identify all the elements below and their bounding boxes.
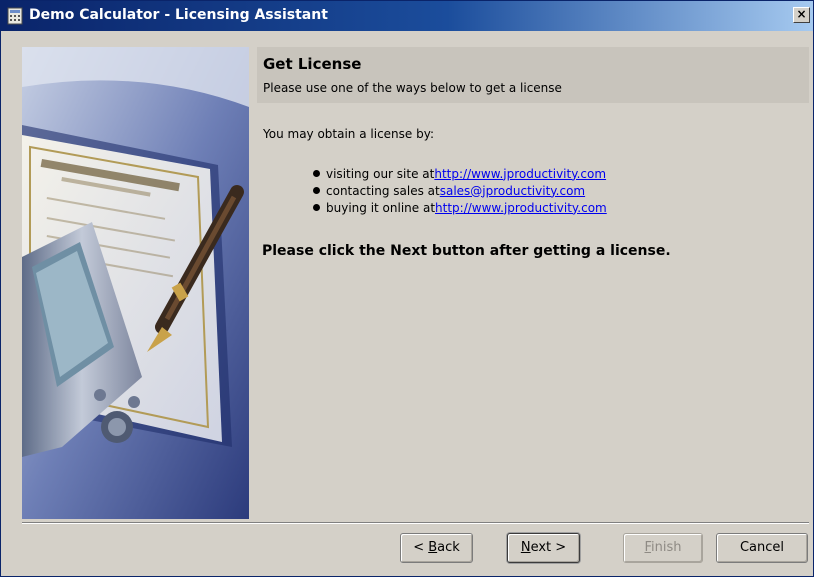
next-label-rest: ext > xyxy=(530,540,567,555)
option-text: visiting our site at xyxy=(326,166,435,181)
window-title: Demo Calculator - Licensing Assistant xyxy=(29,7,328,23)
back-label-rest: ack xyxy=(437,540,460,555)
buy-online-link[interactable]: http://www.jproductivity.com xyxy=(435,201,607,215)
next-button[interactable]: Next > xyxy=(507,533,580,563)
divider xyxy=(22,522,809,524)
list-item: buying it online at http://www.jproducti… xyxy=(313,199,607,216)
close-button[interactable]: × xyxy=(793,7,810,23)
finish-button[interactable]: Finish xyxy=(623,533,703,563)
sales-email-link[interactable]: sales@jproductivity.com xyxy=(440,184,585,198)
step-header: Get License Please use one of the ways b… xyxy=(257,47,809,103)
license-options-list: visiting our site at http://www.jproduct… xyxy=(313,165,607,216)
back-label-mnemonic: B xyxy=(428,540,438,555)
next-instruction: Please click the Next button after getti… xyxy=(262,243,671,259)
list-item: contacting sales at sales@jproductivity.… xyxy=(313,182,607,199)
list-item: visiting our site at http://www.jproduct… xyxy=(313,165,607,182)
title-bar[interactable]: Demo Calculator - Licensing Assistant × xyxy=(1,1,813,31)
option-text: buying it online at xyxy=(326,200,436,215)
bullet-icon xyxy=(313,204,320,211)
intro-text: You may obtain a license by: xyxy=(263,127,434,141)
step-title: Get License xyxy=(263,55,362,73)
back-button[interactable]: < Back xyxy=(400,533,473,563)
licensing-assistant-window: Demo Calculator - Licensing Assistant × xyxy=(0,0,814,577)
next-label-mnemonic: N xyxy=(520,540,531,555)
bullet-icon xyxy=(313,187,320,194)
bullet-icon xyxy=(313,170,320,177)
website-link[interactable]: http://www.jproductivity.com xyxy=(434,167,606,181)
back-label-prefix: < xyxy=(413,540,429,555)
option-text: contacting sales at xyxy=(326,183,440,198)
finish-label-rest: inish xyxy=(651,540,682,555)
cancel-button[interactable]: Cancel xyxy=(716,533,808,563)
license-certificate-illustration xyxy=(22,47,249,519)
step-subtitle: Please use one of the ways below to get … xyxy=(263,81,562,95)
calculator-icon xyxy=(7,7,23,25)
